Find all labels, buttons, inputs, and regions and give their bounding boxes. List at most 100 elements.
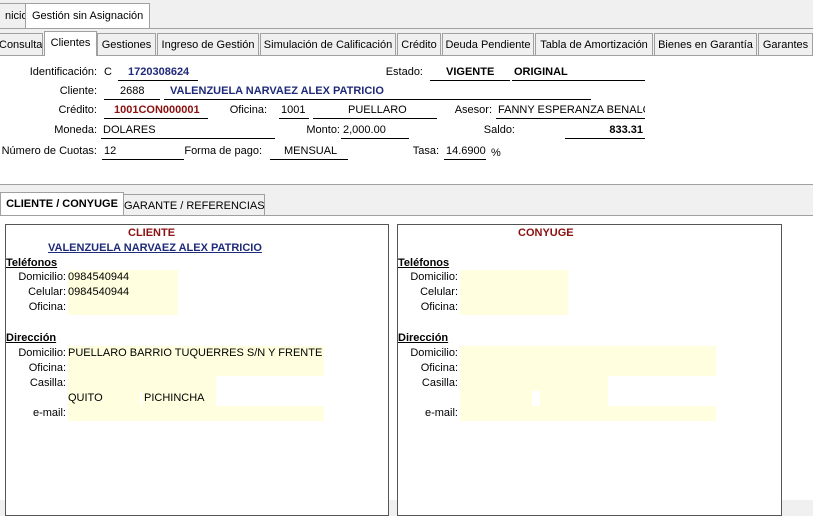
conyuge-ciudad-field[interactable] <box>460 391 532 406</box>
estado-underline <box>430 80 510 81</box>
forma-pago-valor: MENSUAL <box>284 145 338 157</box>
top-tab-bar: nicio Gestión sin Asignación <box>0 0 813 29</box>
cliente-dir-oficina-field[interactable] <box>68 361 324 376</box>
conyuge-tel-domicilio-field[interactable] <box>460 270 568 285</box>
cliente-tel-oficina-field[interactable] <box>68 300 178 315</box>
top-tab-gestion-sin-asignacion[interactable]: Gestión sin Asignación <box>25 3 151 28</box>
cliente-celular-field[interactable]: 0984540944 <box>68 285 178 300</box>
conyuge-dir-domicilio-label: Domicilio: <box>410 347 458 359</box>
cliente-ciudad-value: QUITO <box>68 392 103 404</box>
monto-underline <box>341 138 409 139</box>
credit-header: Identificación: C 1720308624 Estado: VIG… <box>0 56 813 184</box>
saldo-valor: 833.31 <box>609 124 643 136</box>
cuotas-underline <box>102 159 184 160</box>
cuotas-valor: 12 <box>104 145 117 157</box>
saldo-label: Saldo: <box>483 124 515 136</box>
asesor-underline <box>496 118 645 119</box>
oficina-label: Oficina: <box>229 104 267 116</box>
identificacion-numero: 1720308624 <box>128 66 190 78</box>
tab-consulta[interactable]: Consulta <box>0 33 43 55</box>
oficina-nombre: PUELLARO <box>348 104 407 116</box>
cliente-casilla-label: Casilla: <box>29 377 66 389</box>
monto-label: Monto: <box>306 124 340 136</box>
conyuge-tel-oficina-label: Oficina: <box>420 301 458 313</box>
saldo-underline <box>565 138 645 139</box>
conyuge-celular-label: Celular: <box>420 286 458 298</box>
conyuge-panel-title: CONYUGE <box>518 227 574 239</box>
tasa-label: Tasa: <box>412 145 439 157</box>
tasa-valor: 14.6900 <box>446 145 486 157</box>
cliente-panel: CLIENTE VALENZUELA NARVAEZ ALEX PATRICIO… <box>5 224 389 516</box>
credito-valor: 1001CON000001 <box>114 104 200 116</box>
tab-tabla-amortizacion[interactable]: Tabla de Amortización <box>535 33 653 55</box>
conyuge-panel: CONYUGE Teléfonos Domicilio: Celular: Of… <box>397 224 782 516</box>
cliente-ciudad-field[interactable]: QUITO <box>68 391 140 406</box>
tab-gestiones[interactable]: Gestiones <box>97 33 156 55</box>
conyuge-provincia-field[interactable] <box>540 391 608 406</box>
cliente-tel-oficina-label: Oficina: <box>28 301 66 313</box>
estado-tipo-underline <box>512 80 645 81</box>
conyuge-celular-field[interactable] <box>460 285 568 300</box>
cliente-nombre-underline <box>164 99 591 100</box>
identificacion-tipo: C <box>104 66 112 78</box>
identificacion-label: Identificación: <box>29 66 97 78</box>
tab-credito[interactable]: Crédito <box>397 33 441 55</box>
tab-deuda-pendiente[interactable]: Deuda Pendiente <box>442 33 534 55</box>
conyuge-casilla-field[interactable] <box>460 376 608 391</box>
conyuge-casilla-label: Casilla: <box>421 377 458 389</box>
asesor-valor: FANNY ESPERANZA BENALCAZAR <box>498 104 645 116</box>
cliente-email-field[interactable] <box>68 406 324 421</box>
cliente-email-label: e-mail: <box>32 407 66 419</box>
tab-clientes[interactable]: Clientes <box>44 31 97 56</box>
cliente-panel-nombre: VALENZUELA NARVAEZ ALEX PATRICIO <box>48 242 262 254</box>
cliente-provincia-value: PICHINCHA <box>144 392 205 404</box>
moneda-label: Moneda: <box>54 124 97 136</box>
tab-ingreso-gestion[interactable]: Ingreso de Gestión <box>157 33 259 55</box>
conyuge-dir-oficina-label: Oficina: <box>420 362 458 374</box>
header-separator <box>0 184 813 185</box>
tasa-underline <box>444 159 486 160</box>
credito-label: Crédito: <box>58 104 97 116</box>
forma-pago-underline <box>270 159 348 160</box>
oficina-nombre-underline <box>313 118 437 119</box>
estado-tipo: ORIGINAL <box>514 66 568 78</box>
conyuge-tel-oficina-field[interactable] <box>460 300 568 315</box>
estado-label: Estado: <box>385 66 423 78</box>
estado-valor: VIGENTE <box>446 66 495 78</box>
conyuge-direccion-heading: Dirección <box>398 332 449 344</box>
cliente-casilla-field[interactable] <box>68 376 216 391</box>
credito-underline <box>104 118 208 119</box>
cliente-direccion-heading: Dirección <box>6 332 57 344</box>
cliente-dir-oficina-label: Oficina: <box>28 362 66 374</box>
tab-garante-referencias[interactable]: GARANTE / REFERENCIAS <box>123 194 265 217</box>
conyuge-email-label: e-mail: <box>424 407 458 419</box>
cliente-dir-domicilio-label: Domicilio: <box>18 347 66 359</box>
cliente-codigo-underline <box>104 99 160 100</box>
cliente-panel-title: CLIENTE <box>128 227 176 239</box>
cliente-conyuge-content: CLIENTE VALENZUELA NARVAEZ ALEX PATRICIO… <box>0 215 813 516</box>
conyuge-email-field[interactable] <box>460 406 716 421</box>
cliente-tel-domicilio-label: Domicilio: <box>18 271 66 283</box>
main-tab-bar: Consulta Clientes Gestiones Ingreso de G… <box>0 30 813 56</box>
tab-garantes[interactable]: Garantes <box>758 33 813 55</box>
asesor-label: Asesor: <box>454 104 492 116</box>
cliente-celular-label: Celular: <box>28 286 66 298</box>
tab-bienes-garantia[interactable]: Bienes en Garantía <box>654 33 757 55</box>
tasa-unidad: % <box>491 147 501 159</box>
tab-simulacion-calificacion[interactable]: Simulación de Calificación <box>260 33 396 55</box>
cliente-label: Cliente: <box>59 85 97 97</box>
conyuge-dir-domicilio-field[interactable] <box>460 346 716 361</box>
conyuge-dir-oficina-field[interactable] <box>460 361 716 376</box>
cliente-provincia-field[interactable]: PICHINCHA <box>142 391 216 406</box>
moneda-underline <box>101 138 275 139</box>
conyuge-tel-domicilio-label: Domicilio: <box>410 271 458 283</box>
cliente-nombre: VALENZUELA NARVAEZ ALEX PATRICIO <box>170 85 384 97</box>
oficina-codigo-underline <box>279 118 309 119</box>
cliente-dir-domicilio-field[interactable]: PUELLARO BARRIO TUQUERRES S/N Y FRENTE A… <box>68 346 324 361</box>
conyuge-telefonos-heading: Teléfonos <box>398 257 450 269</box>
monto-valor: 2,000.00 <box>343 124 386 136</box>
tab-cliente-conyuge[interactable]: CLIENTE / CONYUGE <box>0 192 124 217</box>
cliente-tel-domicilio-field[interactable]: 0984540944 <box>68 270 178 285</box>
forma-pago-label: Forma de pago: <box>184 145 262 157</box>
cliente-codigo: 2688 <box>120 85 145 97</box>
